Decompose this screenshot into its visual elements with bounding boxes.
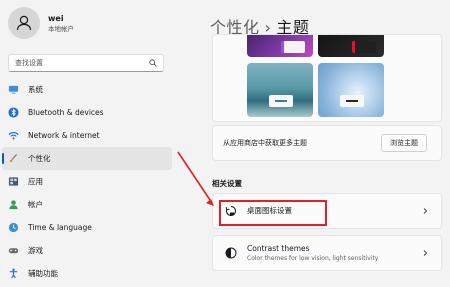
search-icon	[149, 59, 157, 67]
theme-gallery	[212, 34, 442, 122]
sidebar-item-label: 帐户	[28, 200, 43, 209]
user-profile[interactable]: wei 本地帐户	[8, 6, 74, 40]
contrast-themes-label: Contrast themes	[247, 243, 310, 253]
contrast-themes-description: Color themes for low vision, light sensi…	[247, 254, 379, 262]
store-themes-row: 从应用商店中获取更多主题 浏览主题	[212, 125, 442, 161]
wifi-icon	[8, 132, 19, 140]
avatar	[8, 7, 40, 39]
sidebar-item-label: Network & internet	[28, 131, 100, 140]
globe-clock-icon	[8, 222, 19, 233]
store-themes-text: 从应用商店中获取更多主题	[223, 139, 307, 147]
sidebar-item-label: Time & language	[28, 223, 92, 232]
theme-thumbnail[interactable]	[318, 35, 384, 57]
sidebar-item-personalization[interactable]: 个性化	[2, 147, 172, 170]
related-settings-heading: 相关设置	[212, 179, 242, 188]
sidebar-item-label: 辅助功能	[28, 269, 58, 278]
gamepad-icon	[8, 248, 19, 254]
browse-themes-button[interactable]: 浏览主题	[381, 134, 427, 152]
sidebar-item-gaming[interactable]: 游戏	[2, 239, 172, 262]
chevron-right-icon	[423, 250, 428, 256]
sidebar-item-apps[interactable]: 应用	[2, 170, 172, 193]
sidebar-item-label: 应用	[28, 177, 43, 186]
sidebar-item-system[interactable]: 系统	[2, 78, 172, 101]
search-input[interactable]: 查找设置	[8, 54, 164, 72]
theme-thumbnail[interactable]	[318, 63, 384, 117]
sidebar-item-label: 系统	[28, 85, 43, 94]
person-icon	[16, 15, 32, 31]
annotation-highlight-box	[219, 200, 327, 226]
accessibility-icon	[9, 268, 18, 279]
monitor-icon	[8, 85, 19, 94]
sidebar-item-accessibility[interactable]: 辅助功能	[2, 262, 172, 285]
sidebar-item-accounts[interactable]: 帐户	[2, 193, 172, 216]
sidebar-item-label: 游戏	[28, 246, 43, 255]
apps-icon	[8, 177, 19, 186]
sidebar-item-network[interactable]: Network & internet	[2, 124, 172, 147]
chevron-right-icon	[423, 208, 428, 214]
theme-thumbnail[interactable]	[247, 63, 313, 117]
search-placeholder: 查找设置	[15, 59, 43, 67]
sidebar-item-time-language[interactable]: Time & language	[2, 216, 172, 239]
contrast-themes-row[interactable]: Contrast themes Color themes for low vis…	[212, 235, 442, 271]
contrast-icon	[225, 247, 237, 259]
sidebar-item-bluetooth[interactable]: Bluetooth & devices	[2, 101, 172, 124]
sidebar-item-label: Bluetooth & devices	[28, 108, 104, 117]
nav-list: 系统 Bluetooth & devices Network & interne…	[0, 78, 176, 285]
theme-thumbnail[interactable]	[247, 35, 313, 57]
sidebar: wei 本地帐户 查找设置 系统 Bluetooth & devices Net…	[0, 0, 176, 287]
user-name: wei	[48, 13, 64, 23]
brush-icon	[9, 153, 18, 163]
person-icon	[9, 200, 18, 210]
bluetooth-icon	[8, 107, 19, 118]
main-content: 个性化 › 主题 从应用商店中获取更多主题 浏览主题 相关设置 桌面图标设置 Con…	[176, 0, 450, 287]
account-type: 本地帐户	[48, 24, 74, 33]
sidebar-item-label: 个性化	[28, 154, 51, 163]
